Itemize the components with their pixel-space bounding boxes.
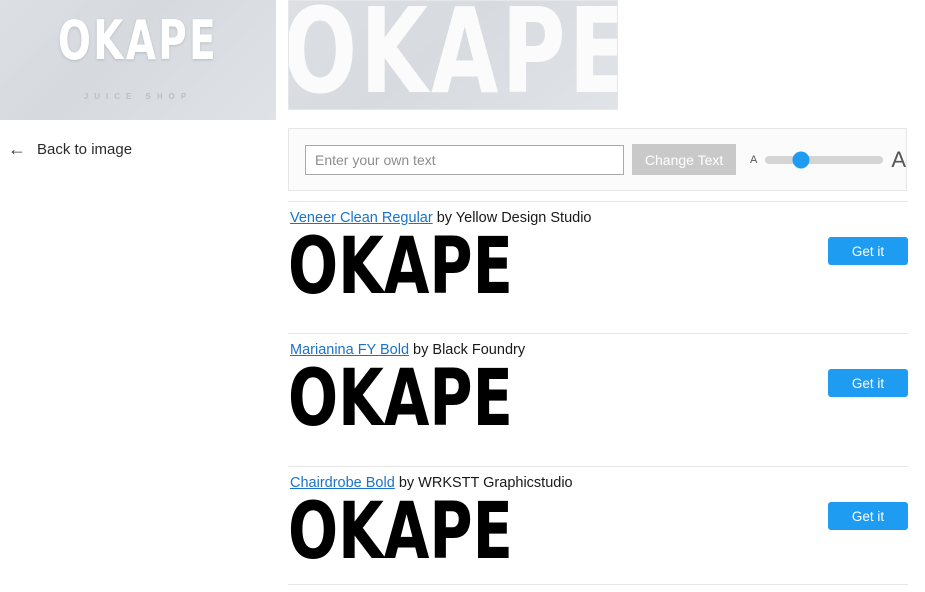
back-to-image-label: Back to image [37, 140, 133, 158]
get-it-button[interactable]: Get it [828, 369, 908, 397]
change-text-button[interactable]: Change Text [632, 144, 736, 175]
font-sample-text: OKAPE [288, 222, 513, 312]
thumbnail-subtitle: JUICE SHOP [83, 92, 193, 101]
get-it-button[interactable]: Get it [828, 237, 908, 265]
image-crop-preview: OKAPE [288, 0, 618, 110]
custom-text-toolbar: Change Text A A [288, 128, 907, 191]
get-it-button[interactable]: Get it [828, 502, 908, 530]
font-size-slider[interactable] [765, 151, 884, 168]
font-size-slider-group: A A [749, 146, 906, 172]
arrow-left-icon: ← [8, 139, 26, 159]
font-size-large-label: A [891, 146, 906, 172]
source-image-thumbnail[interactable]: OKAPE JUICE SHOP [0, 0, 276, 120]
custom-text-input[interactable] [305, 144, 625, 175]
font-result-row: Marianina FY Bold by Black Foundry OKAPE… [288, 333, 908, 467]
font-results-panel: OKAPE Change Text A A Veneer Clean Regul… [288, 0, 908, 585]
back-to-image-link[interactable]: ← Back to image [8, 140, 132, 158]
font-sample-text: OKAPE [288, 354, 513, 444]
preview-wordmark: OKAPE [288, 0, 618, 110]
font-size-small-label: A [749, 153, 758, 166]
font-result-row: Chairdrobe Bold by WRKSTT Graphicstudio … [288, 466, 908, 585]
font-size-slider-thumb[interactable] [792, 151, 810, 168]
font-result-row: Veneer Clean Regular by Yellow Design St… [288, 201, 908, 334]
thumbnail-wordmark: OKAPE [57, 9, 219, 72]
font-sample-text: OKAPE [288, 487, 513, 577]
left-sidebar: OKAPE JUICE SHOP ← Back to image [0, 0, 276, 592]
